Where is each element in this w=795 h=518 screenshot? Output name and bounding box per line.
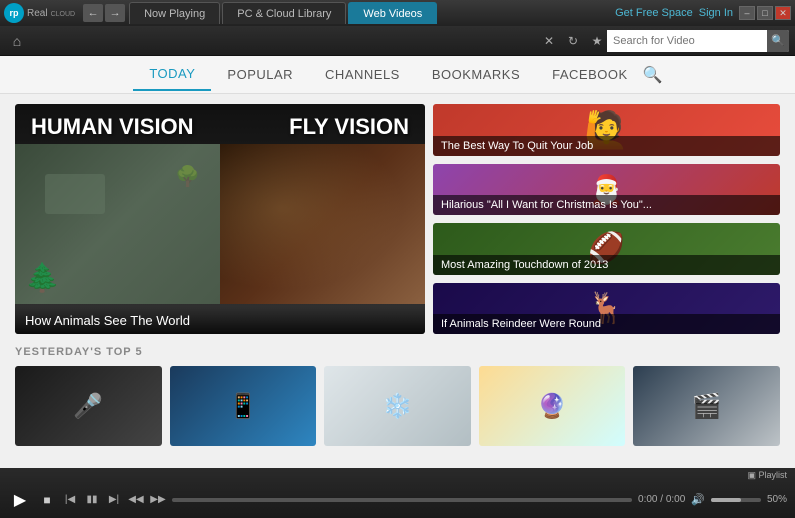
search-input[interactable] (607, 30, 767, 52)
tab-popular[interactable]: POPULAR (211, 59, 309, 90)
refresh-icon[interactable]: ↻ (563, 31, 583, 51)
side-videos: 🙋 The Best Way To Quit Your Job 🎅 Hilari… (433, 104, 780, 334)
tab-pc-cloud-library[interactable]: PC & Cloud Library (222, 2, 346, 24)
search-button[interactable]: 🔍 (767, 30, 789, 52)
get-free-space-link[interactable]: Get Free Space (615, 7, 693, 19)
search-bar: 🔍 (607, 30, 789, 52)
side-video-3-label: Most Amazing Touchdown of 2013 (433, 255, 780, 275)
player-controls-row: ▶ ■ |◀ ▮▮ ▶| ◀◀ ▶▶ 0:00 / 0:00 🔊 50% (0, 481, 795, 518)
pause-button[interactable]: ▮▮ (84, 492, 100, 508)
yesterday-title: YESTERDAY'S TOP 5 (15, 346, 780, 358)
nav-tabs: TODAY POPULAR CHANNELS BOOKMARKS FACEBOO… (0, 56, 795, 94)
toolbar: ⌂ ✕ ↻ ★ 🔍 (0, 26, 795, 56)
volume-icon[interactable]: 🔊 (691, 493, 705, 506)
fastforward-button[interactable]: ▶▶ (150, 492, 166, 508)
star-icon[interactable]: ★ (587, 31, 607, 51)
volume-pct: 50% (767, 494, 787, 505)
yesterday-thumb-5[interactable]: 🎬 (633, 366, 780, 446)
window-controls: – □ ✕ (739, 6, 791, 20)
logo-text: Real (27, 8, 48, 19)
stop-button[interactable]: ■ (38, 491, 56, 509)
prev-button[interactable]: |◀ (62, 492, 78, 508)
progress-bar[interactable] (172, 498, 632, 502)
cloud-text: CLOUD (51, 11, 76, 18)
yesterday-section: YESTERDAY'S TOP 5 🎤 📱 ❄️ 🔮 🎬 (15, 346, 780, 446)
yesterday-thumb-1[interactable]: 🎤 (15, 366, 162, 446)
next-button[interactable]: ▶| (106, 492, 122, 508)
side-video-1-label: The Best Way To Quit Your Job (433, 136, 780, 156)
search-nav-icon[interactable]: 🔍 (644, 66, 662, 84)
tab-bookmarks[interactable]: BOOKMARKS (416, 59, 536, 90)
video-grid-top: HUMAN VISION FLY VISION 🌲 🌳 How Animals … (15, 104, 780, 334)
volume-fill (711, 498, 741, 502)
yesterday-thumb-3[interactable]: ❄️ (324, 366, 471, 446)
tab-bar: Now Playing PC & Cloud Library Web Video… (129, 2, 615, 24)
playlist-indicator: ▣ Playlist (0, 468, 795, 481)
tab-now-playing[interactable]: Now Playing (129, 2, 220, 24)
side-video-4[interactable]: 🦌 If Animals Reindeer Were Round (433, 283, 780, 335)
time-display: 0:00 / 0:00 (638, 494, 685, 505)
sign-in-link[interactable]: Sign In (699, 7, 733, 19)
yesterday-thumb-2[interactable]: 📱 (170, 366, 317, 446)
yesterday-thumb-4[interactable]: 🔮 (479, 366, 626, 446)
side-video-3[interactable]: 🏈 Most Amazing Touchdown of 2013 (433, 223, 780, 275)
tab-web-videos[interactable]: Web Videos (348, 2, 437, 24)
featured-video[interactable]: HUMAN VISION FLY VISION 🌲 🌳 How Animals … (15, 104, 425, 334)
tab-channels[interactable]: CHANNELS (309, 59, 416, 90)
home-button[interactable]: ⌂ (6, 30, 28, 52)
vision-right-text: FLY VISION (289, 114, 409, 140)
close-button[interactable]: ✕ (775, 6, 791, 20)
app-logo: rp Real CLOUD (4, 3, 75, 23)
title-bar-actions: Get Free Space Sign In – □ ✕ (615, 6, 791, 20)
forward-button[interactable]: → (105, 4, 125, 22)
logo-icon: rp (4, 3, 24, 23)
toolbar-icons: ✕ ↻ ★ (539, 31, 607, 51)
side-video-1[interactable]: 🙋 The Best Way To Quit Your Job (433, 104, 780, 156)
close-icon[interactable]: ✕ (539, 31, 559, 51)
nav-arrows: ← → (83, 4, 125, 22)
yesterday-row: 🎤 📱 ❄️ 🔮 🎬 (15, 366, 780, 446)
tab-facebook[interactable]: FACEBOOK (536, 59, 644, 90)
progress-container (172, 498, 632, 502)
rewind-button[interactable]: ◀◀ (128, 492, 144, 508)
featured-label: How Animals See The World (15, 307, 425, 334)
back-button[interactable]: ← (83, 4, 103, 22)
vision-left-text: HUMAN VISION (31, 114, 194, 140)
player-bar: ▣ Playlist ▶ ■ |◀ ▮▮ ▶| ◀◀ ▶▶ 0:00 / 0:0… (0, 468, 795, 518)
side-video-4-label: If Animals Reindeer Were Round (433, 314, 780, 334)
side-video-2-label: Hilarious "All I Want for Christmas Is Y… (433, 195, 780, 215)
tab-today[interactable]: TODAY (133, 58, 211, 91)
volume-bar[interactable] (711, 498, 761, 502)
content-area: HUMAN VISION FLY VISION 🌲 🌳 How Animals … (0, 94, 795, 468)
maximize-button[interactable]: □ (757, 6, 773, 20)
minimize-button[interactable]: – (739, 6, 755, 20)
title-bar: rp Real CLOUD ← → Now Playing PC & Cloud… (0, 0, 795, 26)
side-video-2[interactable]: 🎅 Hilarious "All I Want for Christmas Is… (433, 164, 780, 216)
play-button[interactable]: ▶ (8, 488, 32, 512)
